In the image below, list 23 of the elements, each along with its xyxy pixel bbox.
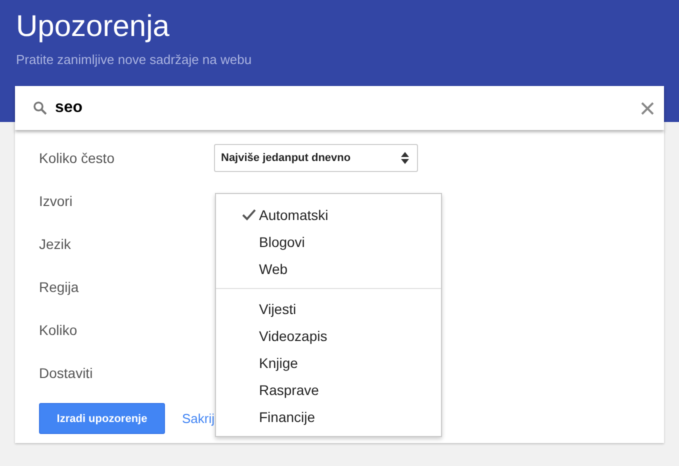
dropdown-option[interactable]: Knjige <box>216 349 441 376</box>
close-icon[interactable] <box>641 102 654 114</box>
search-field[interactable]: seo <box>15 86 664 130</box>
search-icon <box>33 101 47 115</box>
dropdown-option[interactable]: Blogovi <box>216 228 441 255</box>
dropdown-option[interactable]: Web <box>216 255 441 282</box>
dropdown-option[interactable]: Vijesti <box>216 295 441 322</box>
dropdown-option[interactable]: Videozapis <box>216 322 441 349</box>
dropdown-option[interactable]: Financije <box>216 403 441 430</box>
setting-label: Jezik <box>39 236 72 252</box>
frequency-select[interactable]: Najviše jedanput dnevno <box>214 144 418 172</box>
hide-link[interactable]: Sakrij <box>182 411 215 426</box>
setting-label: Koliko često <box>39 150 116 166</box>
dropdown-option[interactable]: Rasprave <box>216 376 441 403</box>
dropdown-option[interactable]: Automatski <box>216 201 441 228</box>
setting-label: Dostaviti <box>39 364 94 380</box>
setting-label: Regija <box>39 278 80 294</box>
page-title: Upozorenja <box>16 9 170 45</box>
updown-icon <box>401 152 409 164</box>
create-alert-button[interactable]: Izradi upozorenje <box>39 403 165 434</box>
setting-label: Koliko <box>39 322 78 338</box>
page-subtitle: Pratite zanimljive nove sadržaje na webu <box>16 52 253 67</box>
setting-label: Izvori <box>39 192 74 208</box>
